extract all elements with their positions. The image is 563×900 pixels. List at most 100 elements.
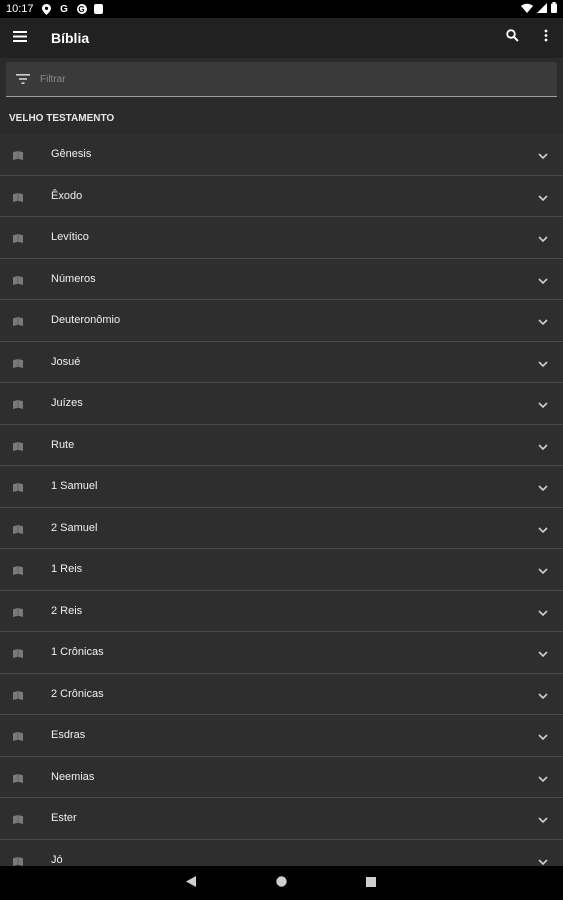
book-icon: [13, 853, 23, 866]
book-icon: [13, 811, 23, 824]
book-row[interactable]: 1 Crônicas: [0, 632, 563, 674]
book-row[interactable]: Rute: [0, 424, 563, 466]
book-icon: [13, 189, 23, 202]
status-bar: 10:17 G G: [0, 0, 563, 18]
book-row[interactable]: 2 Reis: [0, 590, 563, 632]
book-icon: [13, 147, 23, 160]
chevron-down-icon[interactable]: [537, 523, 549, 535]
book-icon: [13, 396, 23, 409]
book-label: 1 Samuel: [51, 480, 98, 492]
app-bar: Bíblia: [0, 18, 563, 58]
book-row[interactable]: Deuteronômio: [0, 300, 563, 342]
book-icon: [13, 687, 23, 700]
book-row[interactable]: Neemias: [0, 756, 563, 798]
chevron-down-icon[interactable]: [537, 647, 549, 659]
book-icon: [13, 313, 23, 326]
book-row[interactable]: Esdras: [0, 715, 563, 757]
recents-button[interactable]: [351, 866, 391, 900]
chevron-down-icon[interactable]: [537, 813, 549, 825]
book-icon: [13, 230, 23, 243]
chevron-down-icon[interactable]: [537, 855, 549, 867]
book-row[interactable]: Ester: [0, 798, 563, 840]
filter-icon: [6, 62, 40, 97]
chevron-down-icon[interactable]: [537, 772, 549, 784]
chevron-down-icon[interactable]: [537, 357, 549, 369]
book-icon: [13, 728, 23, 741]
filter-field[interactable]: [6, 62, 557, 97]
book-row[interactable]: 1 Samuel: [0, 466, 563, 508]
system-nav-bar: [0, 866, 563, 900]
wifi-icon: [521, 3, 533, 16]
status-time: 10:17: [6, 3, 34, 15]
book-label: Josué: [51, 355, 81, 368]
book-label: Levítico: [51, 231, 89, 243]
book-row[interactable]: Juízes: [0, 383, 563, 425]
location-icon: [41, 3, 52, 15]
book-icon: [13, 355, 23, 368]
book-label: 1 Reis: [51, 563, 83, 575]
book-row[interactable]: 2 Crônicas: [0, 673, 563, 715]
menu-button[interactable]: [0, 18, 40, 58]
book-label: Juízes: [51, 397, 83, 409]
book-label: Neemias: [51, 770, 95, 783]
signal-icon: [537, 2, 547, 16]
book-row[interactable]: Jó: [0, 839, 563, 867]
filter-input[interactable]: [40, 73, 520, 85]
back-button[interactable]: [171, 866, 211, 900]
book-label: 2 Samuel: [51, 521, 98, 534]
book-row[interactable]: 2 Samuel: [0, 507, 563, 549]
chevron-down-icon[interactable]: [537, 191, 549, 203]
filter-area: [0, 58, 563, 102]
overflow-menu-button[interactable]: [529, 18, 563, 58]
book-icon: [13, 604, 23, 617]
home-icon: [275, 874, 287, 892]
chevron-down-icon[interactable]: [537, 274, 549, 286]
google-circle-icon: G: [76, 4, 87, 14]
book-row[interactable]: Êxodo: [0, 175, 563, 217]
book-row[interactable]: Levítico: [0, 217, 563, 259]
chevron-down-icon[interactable]: [537, 689, 549, 701]
search-button[interactable]: [495, 18, 529, 58]
hamburger-menu-icon: [13, 29, 27, 47]
chevron-down-icon[interactable]: [537, 730, 549, 742]
section-header: VELHO TESTAMENTO: [9, 113, 115, 124]
book-icon: [13, 479, 23, 492]
book-label: Ester: [51, 812, 77, 824]
book-label: 2 Reis: [51, 604, 83, 617]
book-row[interactable]: Números: [0, 258, 563, 300]
page-title: Bíblia: [51, 30, 90, 46]
chevron-down-icon[interactable]: [537, 315, 549, 327]
book-list: Gênesis Êxodo Levítico Números Deuteronômio J…: [0, 134, 563, 866]
book-label: 1 Crônicas: [51, 646, 104, 658]
chevron-down-icon[interactable]: [537, 606, 549, 618]
chevron-down-icon[interactable]: [537, 398, 549, 410]
book-icon: [13, 645, 23, 658]
search-icon: [505, 29, 519, 47]
book-icon: [13, 770, 23, 783]
book-label: Jó: [51, 853, 63, 866]
book-icon: [13, 272, 23, 285]
book-row[interactable]: Josué: [0, 341, 563, 383]
chevron-down-icon[interactable]: [537, 481, 549, 493]
home-button[interactable]: [261, 866, 301, 900]
chevron-down-icon[interactable]: [537, 232, 549, 244]
google-icon: G: [60, 3, 68, 15]
sd-card-icon: [93, 4, 103, 14]
battery-icon: [551, 2, 557, 16]
more-vert-icon: [544, 29, 548, 47]
book-label: 2 Crônicas: [51, 687, 104, 700]
chevron-down-icon[interactable]: [537, 440, 549, 452]
back-icon: [186, 874, 196, 892]
chevron-down-icon[interactable]: [537, 149, 549, 161]
book-label: Êxodo: [51, 189, 83, 202]
book-row[interactable]: Gênesis: [0, 134, 563, 176]
book-row[interactable]: 1 Reis: [0, 549, 563, 591]
chevron-down-icon[interactable]: [537, 564, 549, 576]
book-label: Números: [51, 272, 96, 285]
book-icon: [13, 438, 23, 451]
book-label: Gênesis: [51, 148, 92, 160]
book-icon: [13, 562, 23, 575]
book-icon: [13, 521, 23, 534]
book-label: Esdras: [51, 729, 86, 741]
recents-icon: [366, 874, 376, 892]
